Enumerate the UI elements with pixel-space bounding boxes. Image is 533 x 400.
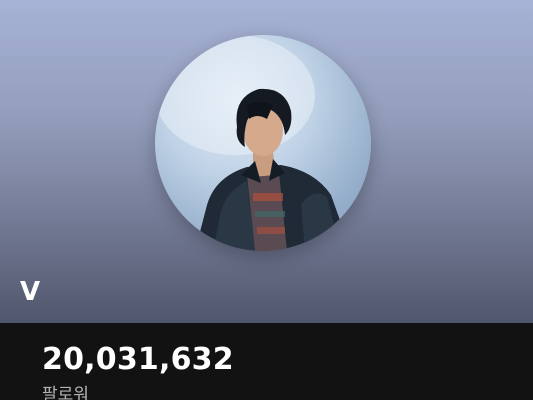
artist-stats: 20,031,632 팔로워	[0, 323, 533, 400]
artist-avatar[interactable]	[155, 35, 371, 251]
follower-label: 팔로워	[42, 385, 89, 400]
follower-count: 20,031,632	[42, 342, 234, 377]
artist-header: V	[0, 0, 533, 323]
artist-name: V	[20, 277, 41, 307]
artist-profile-screen: V 20,031,632 팔로워	[0, 0, 533, 400]
artist-photo-image	[155, 35, 351, 251]
